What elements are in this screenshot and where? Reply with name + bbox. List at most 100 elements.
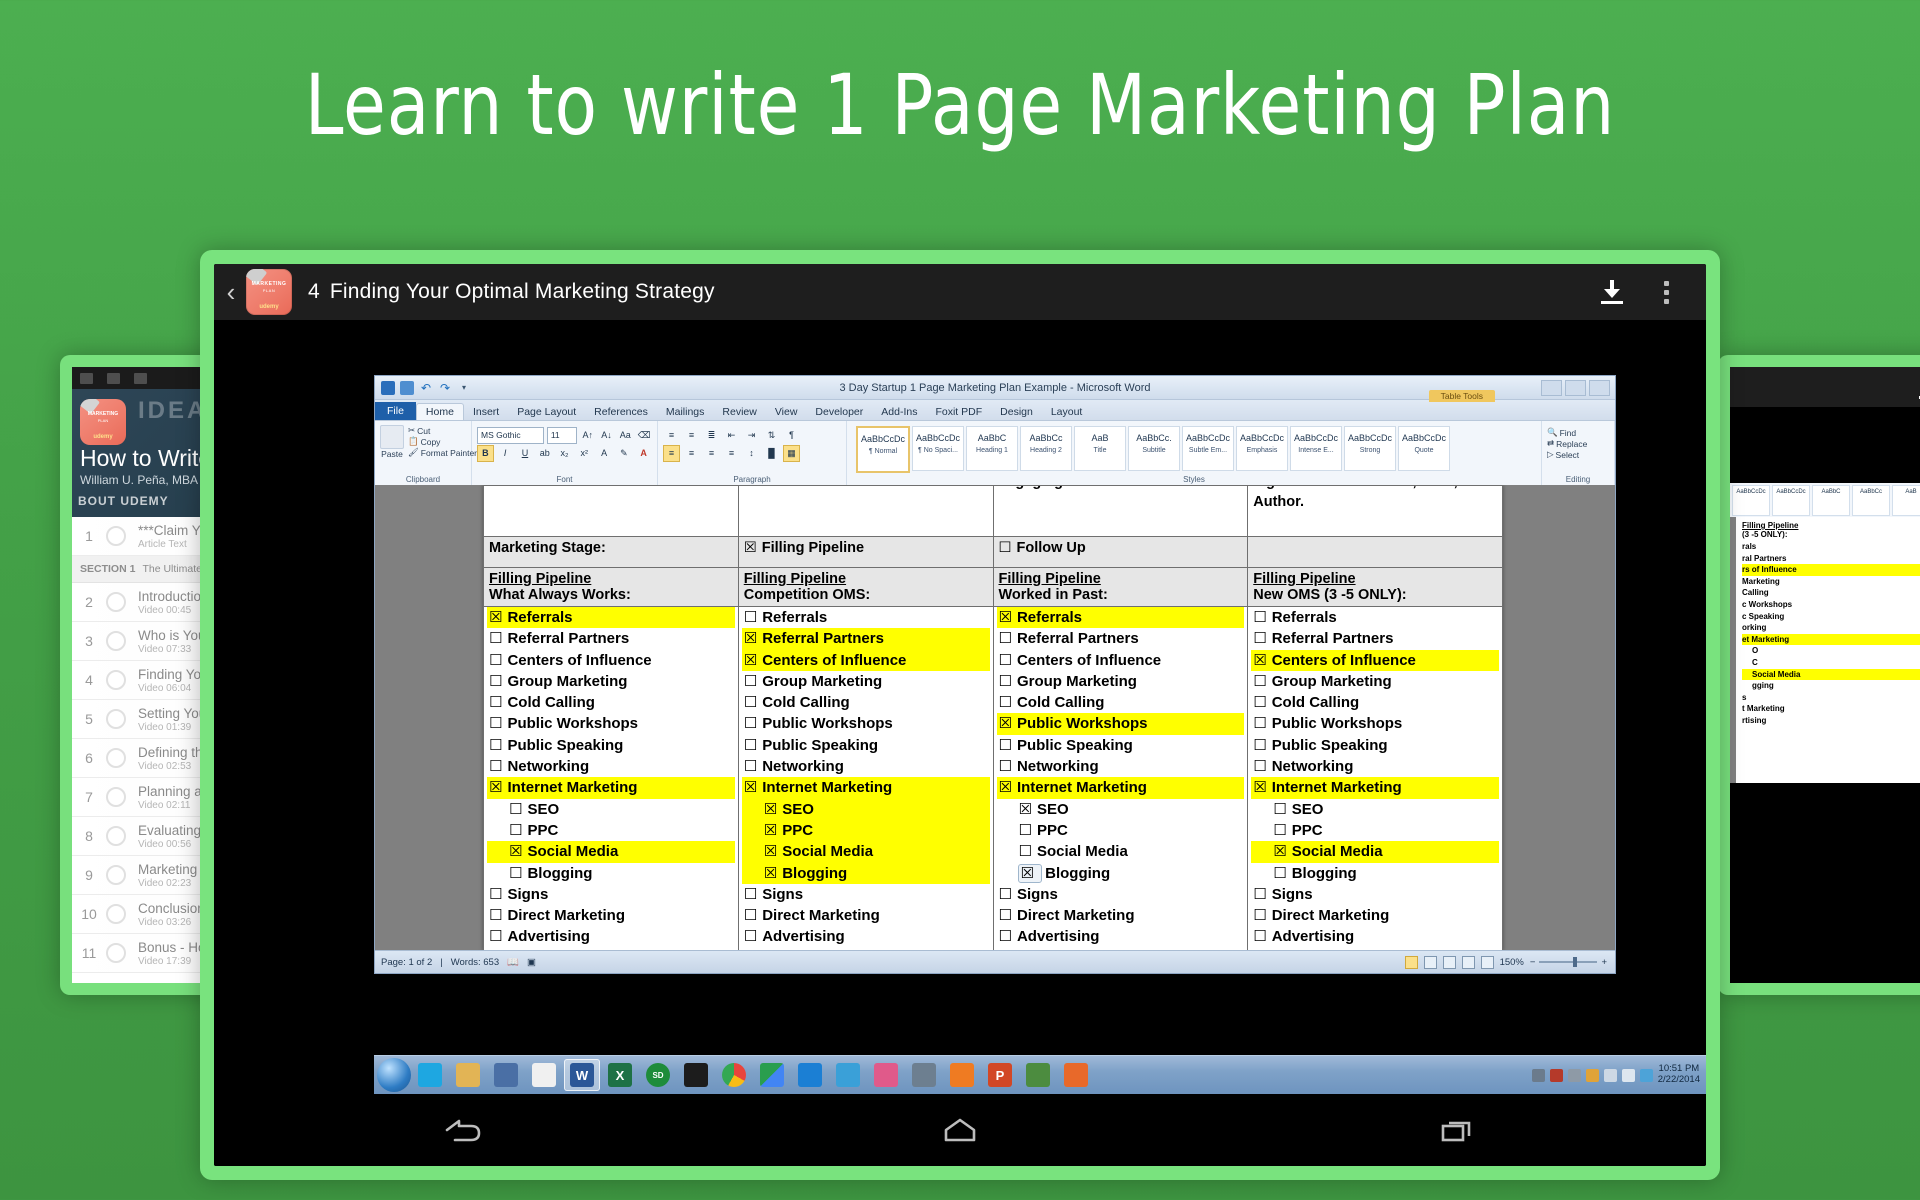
taskbar-firefox-icon[interactable]	[1058, 1059, 1094, 1091]
taskbar-tool-icon[interactable]	[830, 1059, 866, 1091]
checkbox-icon[interactable]: ☐	[489, 736, 502, 754]
checkbox-icon[interactable]: ☒	[744, 540, 757, 556]
checkbox-icon[interactable]: ☐	[1273, 800, 1286, 818]
checklist-item[interactable]: ☐ Public Workshops	[1251, 713, 1499, 734]
taskbar-calculator-icon[interactable]	[678, 1059, 714, 1091]
progress-dot-icon[interactable]	[106, 787, 126, 807]
checkbox-icon[interactable]: ☐	[744, 927, 757, 945]
checkbox-icon[interactable]: ☒	[509, 842, 522, 860]
checklist-item[interactable]: ☒ Referrals	[996, 607, 1245, 629]
marketing-stage-option[interactable]: ☐ Follow Up	[992, 536, 1249, 568]
checklist-item[interactable]: ☒ Centers of Influence	[741, 649, 990, 671]
checklist-item[interactable]: ☐ Advertising	[742, 926, 990, 947]
subscript-icon[interactable]: x₂	[556, 445, 573, 462]
back-button[interactable]	[403, 1107, 523, 1153]
checkbox-icon[interactable]: ☒	[764, 864, 777, 882]
numbering-icon[interactable]: ≡	[683, 427, 700, 444]
checkbox-icon[interactable]: ☐	[744, 608, 757, 626]
checkbox-icon[interactable]: ☐	[999, 927, 1012, 945]
checklist-item[interactable]: ☐ Signs	[487, 884, 735, 905]
checkbox-icon[interactable]: ☒	[744, 778, 757, 796]
progress-dot-icon[interactable]	[106, 748, 126, 768]
checklist-item[interactable]: ☐ Direct Marketing	[1251, 905, 1499, 926]
checkbox-icon[interactable]: ☒	[764, 800, 777, 818]
ribbon-tab-review[interactable]: Review	[713, 404, 765, 420]
checkbox-icon[interactable]: ☐	[744, 714, 757, 732]
ribbon-tab-mailings[interactable]: Mailings	[657, 404, 714, 420]
checkbox-icon[interactable]: ☐	[1253, 736, 1266, 754]
style-subtitle[interactable]: AaBbCc. Subtitle	[1128, 426, 1180, 471]
document-page[interactable]: their business and life. engaging. big Pro…	[483, 485, 1503, 951]
checklist-item[interactable]: ☒ Social Media	[1251, 841, 1499, 863]
checklist-item[interactable]: ☒ Referrals	[487, 607, 735, 629]
checkbox-icon[interactable]: ☐	[999, 757, 1012, 775]
windows-taskbar[interactable]: W X SD P 10:51 PM 2/22/2014	[374, 1055, 1706, 1094]
marketing-stage-option[interactable]: ☒ Filling Pipeline	[737, 536, 994, 568]
tray-app-icon[interactable]	[1549, 1068, 1563, 1082]
checkbox-icon[interactable]: ☐	[999, 693, 1012, 711]
show-marks-icon[interactable]: ¶	[783, 427, 800, 444]
checkbox-icon[interactable]: ☒	[999, 714, 1012, 732]
clock[interactable]: 10:51 PM 2/22/2014	[1658, 1063, 1700, 1086]
windows-start-icon[interactable]	[377, 1058, 411, 1092]
checkbox-icon[interactable]: ☐	[509, 800, 522, 818]
checklist-item[interactable]: ☐ Signs	[1251, 884, 1499, 905]
paste-icon[interactable]	[380, 425, 404, 449]
taskbar-app-grid-icon[interactable]	[526, 1059, 562, 1091]
checklist-item[interactable]: ☐ Referral Partners	[487, 628, 735, 649]
checkbox-icon[interactable]: ☒	[1253, 778, 1266, 796]
full-screen-view-icon[interactable]	[1423, 955, 1437, 969]
checklist-item[interactable]: ☐ PPC	[1251, 820, 1499, 841]
progress-dot-icon[interactable]	[106, 631, 126, 651]
checklist-item[interactable]: ☐ Networking	[1251, 756, 1499, 777]
checkbox-icon[interactable]: ☐	[999, 540, 1012, 556]
video-player-stage[interactable]: ↶ ↷ ▾ 3 Day Startup 1 Page Marketing Pla…	[214, 320, 1706, 1094]
checklist-item[interactable]: ☐ Cold Calling	[997, 692, 1245, 713]
ribbon-tab-developer[interactable]: Developer	[806, 404, 872, 420]
ribbon-tab-home[interactable]: Home	[415, 403, 464, 420]
volume-icon[interactable]	[1621, 1068, 1635, 1082]
checkbox-icon[interactable]: ☒	[744, 629, 757, 647]
checkbox-icon[interactable]: ☐	[489, 651, 502, 669]
progress-dot-icon[interactable]	[106, 592, 126, 612]
checkbox-icon[interactable]: ☐	[1253, 693, 1266, 711]
checkbox-icon[interactable]: ☐	[489, 693, 502, 711]
font-name-input[interactable]: MS Gothic	[477, 426, 544, 444]
checklist-item[interactable]: ☐ Public Workshops	[487, 713, 735, 734]
checklist-item[interactable]: ☐ Advertising	[1251, 926, 1499, 947]
checkbox-icon[interactable]: ☐	[744, 906, 757, 924]
ribbon-tab-foxit-pdf[interactable]: Foxit PDF	[926, 404, 991, 420]
shrink-font-icon[interactable]: A↓	[599, 427, 615, 444]
ribbon-tab-page-layout[interactable]: Page Layout	[508, 404, 585, 420]
checklist-item[interactable]: ☐ Cold Calling	[742, 692, 990, 713]
checkbox-icon[interactable]: ☐	[1253, 608, 1266, 626]
checklist-item[interactable]: ☐ Referral Partners	[997, 628, 1245, 649]
checklist-item[interactable]: ☒ Referral Partners	[741, 628, 990, 650]
home-button[interactable]	[900, 1107, 1020, 1153]
checklist-item[interactable]: ☐ Direct Marketing	[997, 905, 1245, 926]
proofing-icon[interactable]: 📖	[507, 957, 519, 968]
checkbox-icon[interactable]: ☐	[489, 906, 502, 924]
checklist-item[interactable]: ☐ Advertising	[487, 926, 735, 947]
borders-icon[interactable]: ▦	[783, 444, 800, 462]
taskbar-media-player-icon[interactable]	[488, 1059, 524, 1091]
ribbon-tab-design[interactable]: Design	[991, 404, 1042, 420]
checkbox-icon[interactable]: ☐	[999, 906, 1012, 924]
replace-item[interactable]: ⇄ Replace	[1547, 438, 1609, 449]
ribbon-tab-layout[interactable]: Layout	[1042, 404, 1092, 420]
italic-icon[interactable]: I	[497, 445, 514, 462]
checklist-item[interactable]: ☒ Blogging	[741, 862, 990, 884]
chevron-left-icon[interactable]: ‹	[218, 279, 244, 305]
checkbox-icon[interactable]: ☐	[489, 757, 502, 775]
checklist-item[interactable]: ☐ Direct Marketing	[487, 905, 735, 926]
checklist-item[interactable]: ☐ Centers of Influence	[997, 650, 1245, 671]
taskbar-file-explorer-icon[interactable]	[450, 1059, 486, 1091]
taskbar-chrome-icon[interactable]	[716, 1059, 752, 1091]
checklist-item[interactable]: ☒ PPC	[741, 819, 990, 842]
taskbar-app-pink-icon[interactable]	[868, 1059, 904, 1091]
taskbar-green-app-icon[interactable]	[1020, 1059, 1056, 1091]
ribbon-tab-references[interactable]: References	[585, 404, 657, 420]
style-subtle-em-[interactable]: AaBbCcDc Subtle Em...	[1182, 426, 1234, 471]
language-icon[interactable]: ▣	[527, 957, 536, 968]
print-layout-view-icon[interactable]	[1404, 955, 1418, 969]
